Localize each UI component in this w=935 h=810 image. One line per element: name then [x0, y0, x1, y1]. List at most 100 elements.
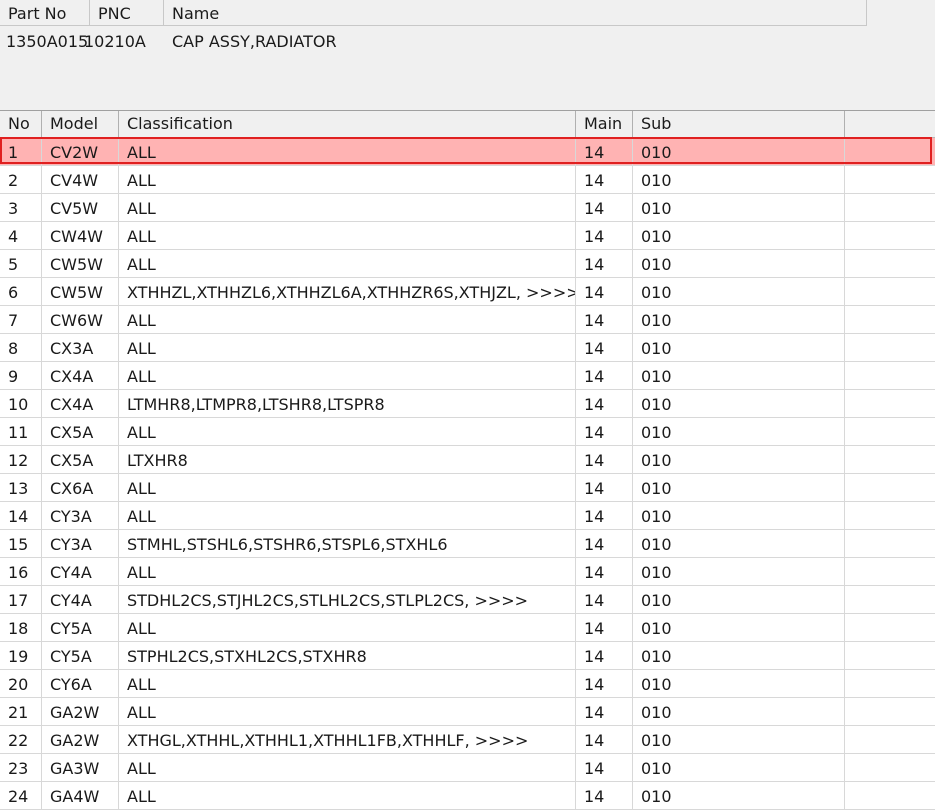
table-row[interactable]: 15 CY3A STMHL,STSHL6,STSHR6,STSPL6,STXHL6 1…	[0, 530, 935, 558]
cell-sub[interactable]: 010	[633, 502, 845, 529]
cell-main[interactable]: 14	[576, 222, 633, 249]
cell-model[interactable]: CW5W	[42, 278, 119, 305]
cell-main[interactable]: 14	[576, 698, 633, 725]
cell-model[interactable]: CX5A	[42, 446, 119, 473]
cell-sub[interactable]: 010	[633, 670, 845, 697]
cell-main[interactable]: 14	[576, 194, 633, 221]
cell-classification[interactable]: XTHHZL,XTHHZL6,XTHHZL6A,XTHHZR6S,XTHJZL,…	[119, 278, 576, 305]
cell-main[interactable]: 14	[576, 250, 633, 277]
cell-sub[interactable]: 010	[633, 726, 845, 753]
column-header-model[interactable]: Model	[42, 111, 119, 137]
table-row[interactable]: 24 GA4W ALL 14 010	[0, 782, 935, 810]
cell-model[interactable]: CY6A	[42, 670, 119, 697]
cell-classification[interactable]: LTXHR8	[119, 446, 576, 473]
cell-main[interactable]: 14	[576, 138, 633, 165]
cell-model[interactable]: CY4A	[42, 558, 119, 585]
cell-main[interactable]: 14	[576, 306, 633, 333]
table-row[interactable]: 12 CX5A LTXHR8 14 010	[0, 446, 935, 474]
cell-main[interactable]: 14	[576, 586, 633, 613]
cell-no[interactable]: 17	[0, 586, 42, 613]
cell-classification[interactable]: ALL	[119, 194, 576, 221]
cell-main[interactable]: 14	[576, 362, 633, 389]
cell-no[interactable]: 20	[0, 670, 42, 697]
cell-main[interactable]: 14	[576, 670, 633, 697]
cell-no[interactable]: 1	[0, 138, 42, 165]
cell-sub[interactable]: 010	[633, 194, 845, 221]
cell-classification[interactable]: ALL	[119, 306, 576, 333]
cell-classification[interactable]: ALL	[119, 698, 576, 725]
cell-sub[interactable]: 010	[633, 138, 845, 165]
table-row[interactable]: 8 CX3A ALL 14 010	[0, 334, 935, 362]
pnc-header[interactable]: PNC	[90, 0, 164, 26]
table-row[interactable]: 4 CW4W ALL 14 010	[0, 222, 935, 250]
cell-sub[interactable]: 010	[633, 222, 845, 249]
cell-model[interactable]: CX4A	[42, 362, 119, 389]
cell-no[interactable]: 19	[0, 642, 42, 669]
cell-main[interactable]: 14	[576, 558, 633, 585]
table-row[interactable]: 11 CX5A ALL 14 010	[0, 418, 935, 446]
table-row[interactable]: 10 CX4A LTMHR8,LTMPR8,LTSHR8,LTSPR8 14 010	[0, 390, 935, 418]
cell-main[interactable]: 14	[576, 502, 633, 529]
table-row[interactable]: 7 CW6W ALL 14 010	[0, 306, 935, 334]
pnc-value[interactable]: 10210A	[84, 28, 172, 56]
cell-classification[interactable]: XTHGL,XTHHL,XTHHL1,XTHHL1FB,XTHHLF, >>>>	[119, 726, 576, 753]
cell-sub[interactable]: 010	[633, 614, 845, 641]
cell-model[interactable]: CW6W	[42, 306, 119, 333]
part-no-header[interactable]: Part No	[0, 0, 90, 26]
cell-classification[interactable]: ALL	[119, 614, 576, 641]
cell-model[interactable]: CW4W	[42, 222, 119, 249]
cell-sub[interactable]: 010	[633, 754, 845, 781]
cell-classification[interactable]: ALL	[119, 782, 576, 809]
cell-model[interactable]: GA2W	[42, 726, 119, 753]
cell-sub[interactable]: 010	[633, 418, 845, 445]
cell-main[interactable]: 14	[576, 530, 633, 557]
cell-main[interactable]: 14	[576, 334, 633, 361]
column-header-main[interactable]: Main	[576, 111, 633, 137]
cell-model[interactable]: CX5A	[42, 418, 119, 445]
cell-main[interactable]: 14	[576, 726, 633, 753]
cell-no[interactable]: 18	[0, 614, 42, 641]
cell-classification[interactable]: STPHL2CS,STXHL2CS,STXHR8	[119, 642, 576, 669]
column-header-sub[interactable]: Sub	[633, 111, 845, 137]
cell-sub[interactable]: 010	[633, 474, 845, 501]
cell-model[interactable]: CX6A	[42, 474, 119, 501]
cell-model[interactable]: CV4W	[42, 166, 119, 193]
cell-model[interactable]: GA3W	[42, 754, 119, 781]
cell-classification[interactable]: ALL	[119, 166, 576, 193]
cell-main[interactable]: 14	[576, 754, 633, 781]
cell-no[interactable]: 6	[0, 278, 42, 305]
cell-no[interactable]: 8	[0, 334, 42, 361]
cell-sub[interactable]: 010	[633, 558, 845, 585]
cell-classification[interactable]: LTMHR8,LTMPR8,LTSHR8,LTSPR8	[119, 390, 576, 417]
cell-sub[interactable]: 010	[633, 362, 845, 389]
cell-classification[interactable]: STMHL,STSHL6,STSHR6,STSPL6,STXHL6	[119, 530, 576, 557]
cell-classification[interactable]: ALL	[119, 362, 576, 389]
cell-sub[interactable]: 010	[633, 306, 845, 333]
cell-main[interactable]: 14	[576, 642, 633, 669]
name-value[interactable]: CAP ASSY,RADIATOR	[172, 28, 572, 56]
cell-no[interactable]: 13	[0, 474, 42, 501]
cell-main[interactable]: 14	[576, 166, 633, 193]
cell-no[interactable]: 9	[0, 362, 42, 389]
cell-no[interactable]: 11	[0, 418, 42, 445]
cell-sub[interactable]: 010	[633, 586, 845, 613]
cell-sub[interactable]: 010	[633, 782, 845, 809]
table-row[interactable]: 6 CW5W XTHHZL,XTHHZL6,XTHHZL6A,XTHHZR6S,XT…	[0, 278, 935, 306]
cell-sub[interactable]: 010	[633, 250, 845, 277]
cell-main[interactable]: 14	[576, 474, 633, 501]
table-row[interactable]: 22 GA2W XTHGL,XTHHL,XTHHL1,XTHHL1FB,XTHHLF…	[0, 726, 935, 754]
column-header-classification[interactable]: Classification	[119, 111, 576, 137]
cell-no[interactable]: 2	[0, 166, 42, 193]
cell-model[interactable]: CX3A	[42, 334, 119, 361]
cell-sub[interactable]: 010	[633, 446, 845, 473]
cell-main[interactable]: 14	[576, 278, 633, 305]
cell-no[interactable]: 24	[0, 782, 42, 809]
cell-classification[interactable]: ALL	[119, 138, 576, 165]
cell-no[interactable]: 3	[0, 194, 42, 221]
cell-no[interactable]: 7	[0, 306, 42, 333]
cell-no[interactable]: 15	[0, 530, 42, 557]
cell-model[interactable]: CY5A	[42, 614, 119, 641]
table-row[interactable]: 20 CY6A ALL 14 010	[0, 670, 935, 698]
table-row[interactable]: 18 CY5A ALL 14 010	[0, 614, 935, 642]
cell-model[interactable]: CY3A	[42, 530, 119, 557]
